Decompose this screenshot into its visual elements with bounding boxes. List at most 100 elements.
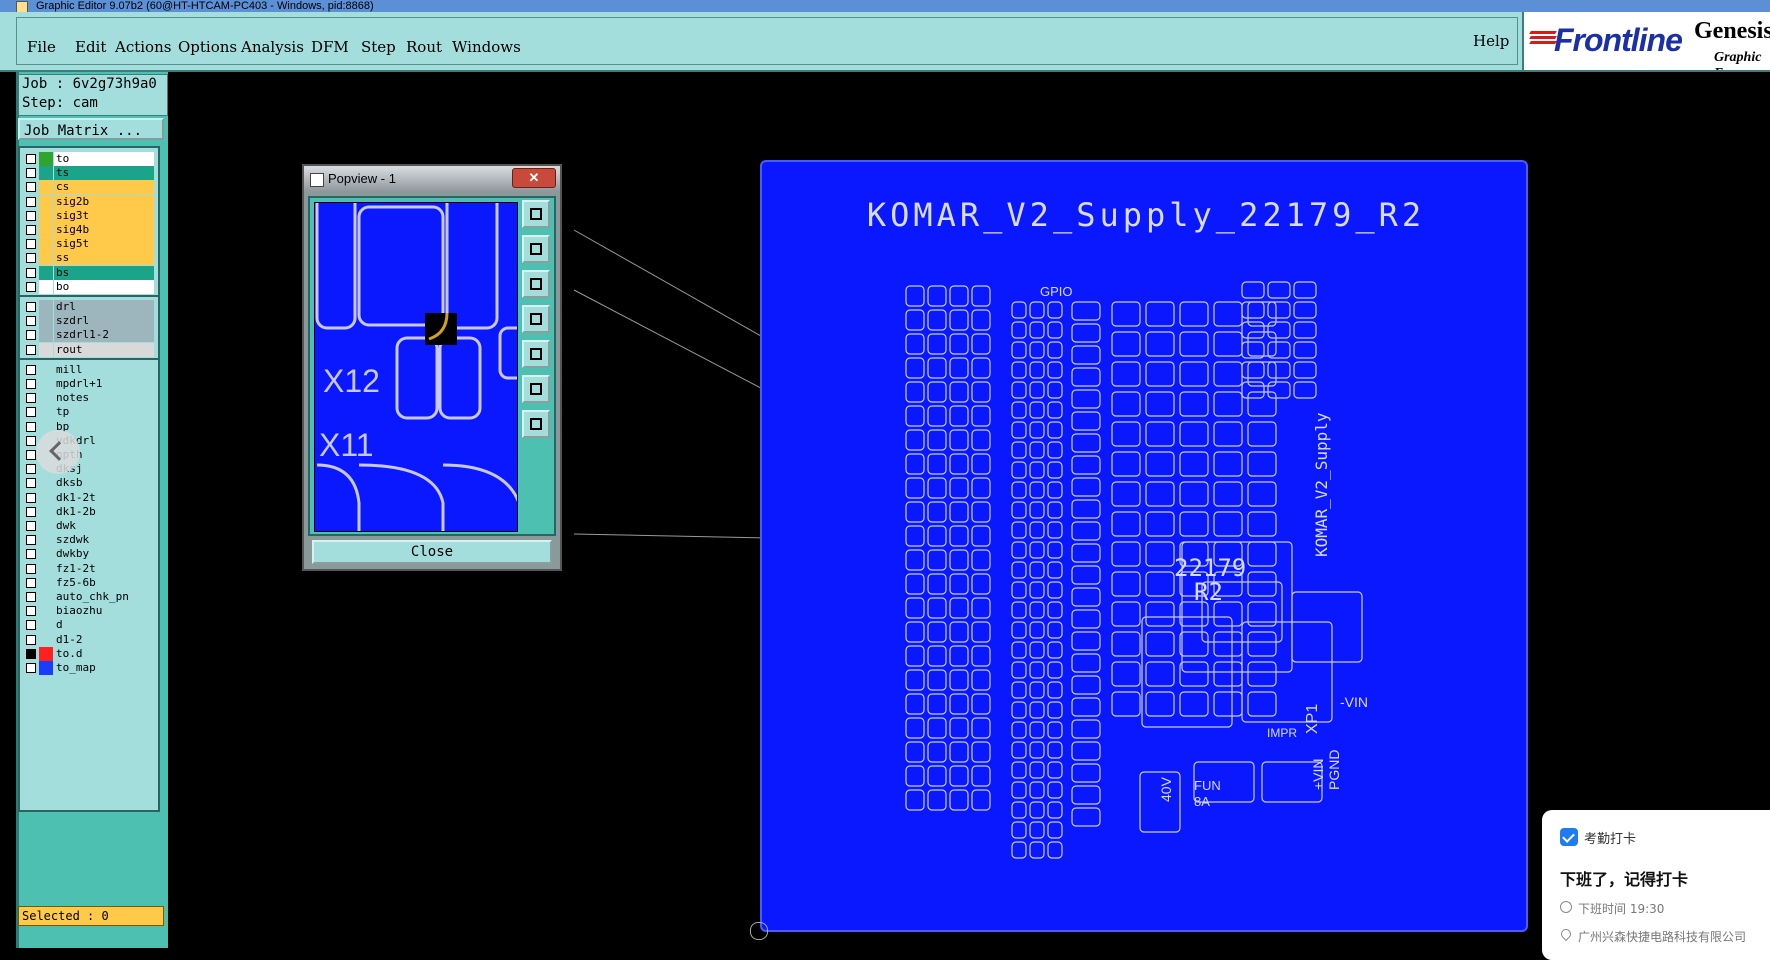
close-icon[interactable]: ✕ <box>512 168 556 188</box>
zoom-out-icon[interactable] <box>522 410 550 438</box>
layer-row[interactable]: fz5-6b <box>24 575 154 590</box>
layer-name[interactable]: sig4b <box>54 223 154 237</box>
layer-name[interactable]: fz5-6b <box>54 575 154 590</box>
layer-name[interactable]: d <box>54 618 154 633</box>
zoom-fit-icon[interactable] <box>522 200 550 228</box>
menu-file[interactable]: File <box>27 38 56 56</box>
layer-row[interactable]: cs <box>24 180 154 195</box>
layer-name[interactable]: bs <box>54 265 154 280</box>
layer-row[interactable]: to_map <box>24 661 154 675</box>
layer-row[interactable]: d <box>24 618 154 633</box>
layer-checkbox[interactable] <box>26 154 36 164</box>
layer-name[interactable]: sig2b <box>54 194 154 209</box>
pan-left-icon[interactable] <box>522 305 550 333</box>
pan-up-icon[interactable] <box>522 235 550 263</box>
layer-name[interactable]: ss <box>54 251 154 266</box>
layer-checkbox[interactable] <box>26 316 36 327</box>
layer-name[interactable]: to.d <box>54 646 154 661</box>
layer-name[interactable]: dwk <box>54 519 154 533</box>
layer-name[interactable]: dksb <box>54 476 154 491</box>
layer-checkbox[interactable] <box>26 344 36 355</box>
layer-checkbox[interactable] <box>26 330 36 341</box>
layer-checkbox[interactable] <box>26 302 36 312</box>
notification-toast[interactable]: 考勤打卡 下班了，记得打卡 下班时间 19:30 广州兴森快捷电路科技有限公司 <box>1542 810 1770 960</box>
layer-checkbox[interactable] <box>26 577 36 588</box>
layer-name[interactable]: d1-2 <box>54 632 154 647</box>
layer-checkbox[interactable] <box>26 267 36 278</box>
layer-row[interactable]: to <box>24 152 154 166</box>
layer-checkbox[interactable] <box>26 648 36 659</box>
layer-name[interactable]: auto_chk_pn <box>54 590 154 604</box>
layer-name[interactable]: biaozhu <box>54 604 154 619</box>
layer-row[interactable]: to.d <box>24 646 154 661</box>
layer-name[interactable]: rout <box>54 342 154 357</box>
menu-windows[interactable]: Windows <box>452 38 521 56</box>
layer-name[interactable]: sig3t <box>54 208 154 223</box>
layer-name[interactable]: mill <box>54 362 154 377</box>
layer-name[interactable]: ts <box>54 166 154 181</box>
layer-name[interactable]: dk1-2b <box>54 504 154 519</box>
layer-checkbox[interactable] <box>26 182 36 193</box>
layer-checkbox[interactable] <box>26 168 36 179</box>
layer-row[interactable]: dk1-2t <box>24 490 154 505</box>
layer-row[interactable]: auto_chk_pn <box>24 590 154 604</box>
menu-options[interactable]: Options <box>178 38 237 56</box>
menu-help[interactable]: Help <box>1473 32 1509 50</box>
layer-row[interactable]: szdrl <box>24 314 154 329</box>
layer-row[interactable]: notes <box>24 391 154 406</box>
nav-back-icon[interactable] <box>36 430 80 474</box>
layer-checkbox[interactable] <box>26 239 36 250</box>
layer-row[interactable]: bo <box>24 279 154 294</box>
pan-right-icon[interactable] <box>522 340 550 368</box>
menu-step[interactable]: Step <box>361 38 396 56</box>
layer-checkbox[interactable] <box>26 450 36 460</box>
layer-row[interactable]: szdwk <box>24 533 154 548</box>
pcb-board[interactable]: KOMAR_V2_Supply_22179_R2 GPIO 22179 R2 K… <box>760 160 1528 932</box>
layer-checkbox[interactable] <box>26 393 36 404</box>
layer-row[interactable]: sig5t <box>24 237 154 252</box>
layer-checkbox[interactable] <box>26 478 36 489</box>
menu-actions[interactable]: Actions <box>115 38 171 56</box>
layer-name[interactable]: szdwk <box>54 533 154 548</box>
layer-checkbox[interactable] <box>26 521 36 531</box>
layer-checkbox[interactable] <box>26 196 36 207</box>
layer-name[interactable]: notes <box>54 391 154 406</box>
layer-name[interactable]: bp <box>54 419 154 434</box>
popview-close-button[interactable]: Close <box>312 540 552 564</box>
layer-checkbox[interactable] <box>26 592 36 602</box>
layer-checkbox[interactable] <box>26 435 36 446</box>
layer-row[interactable]: drl <box>24 300 154 314</box>
popview-titlebar[interactable]: Popview - 1 ✕ <box>304 166 560 192</box>
layer-checkbox[interactable] <box>26 421 36 432</box>
layer-row[interactable]: dwkby <box>24 547 154 562</box>
layer-name[interactable]: to_map <box>54 661 154 675</box>
layer-checkbox[interactable] <box>26 492 36 503</box>
layer-checkbox[interactable] <box>26 407 36 418</box>
layer-name[interactable]: drl <box>54 300 154 314</box>
layer-row[interactable]: ts <box>24 166 154 181</box>
pan-down-icon[interactable] <box>522 270 550 298</box>
menu-analysis[interactable]: Analysis <box>241 38 304 56</box>
layer-checkbox[interactable] <box>26 506 36 517</box>
layer-name[interactable]: cs <box>54 180 154 195</box>
popview-zoom-view[interactable]: X12 X11 <box>314 202 518 532</box>
menu-edit[interactable]: Edit <box>75 38 106 56</box>
layer-name[interactable]: sig5t <box>54 237 154 252</box>
layer-row[interactable]: sig3t <box>24 208 154 223</box>
layer-checkbox[interactable] <box>26 563 36 574</box>
layer-row[interactable]: dk1-2b <box>24 504 154 519</box>
layer-name[interactable]: szdrl1-2 <box>54 328 154 343</box>
layer-row[interactable]: ss <box>24 251 154 266</box>
layer-checkbox[interactable] <box>26 281 36 292</box>
layer-name[interactable]: mpdrl+1 <box>54 377 154 391</box>
layer-row[interactable]: d1-2 <box>24 632 154 647</box>
layer-row[interactable]: szdrl1-2 <box>24 328 154 343</box>
layer-row[interactable]: mpdrl+1 <box>24 377 154 391</box>
layer-row[interactable]: fz1-2t <box>24 561 154 576</box>
job-matrix-button[interactable]: Job Matrix ... <box>18 118 164 140</box>
layer-row[interactable]: rout <box>24 342 154 357</box>
layer-checkbox[interactable] <box>26 225 36 235</box>
layer-checkbox[interactable] <box>26 535 36 546</box>
layer-row[interactable]: tp <box>24 405 154 420</box>
layer-checkbox[interactable] <box>26 253 36 264</box>
